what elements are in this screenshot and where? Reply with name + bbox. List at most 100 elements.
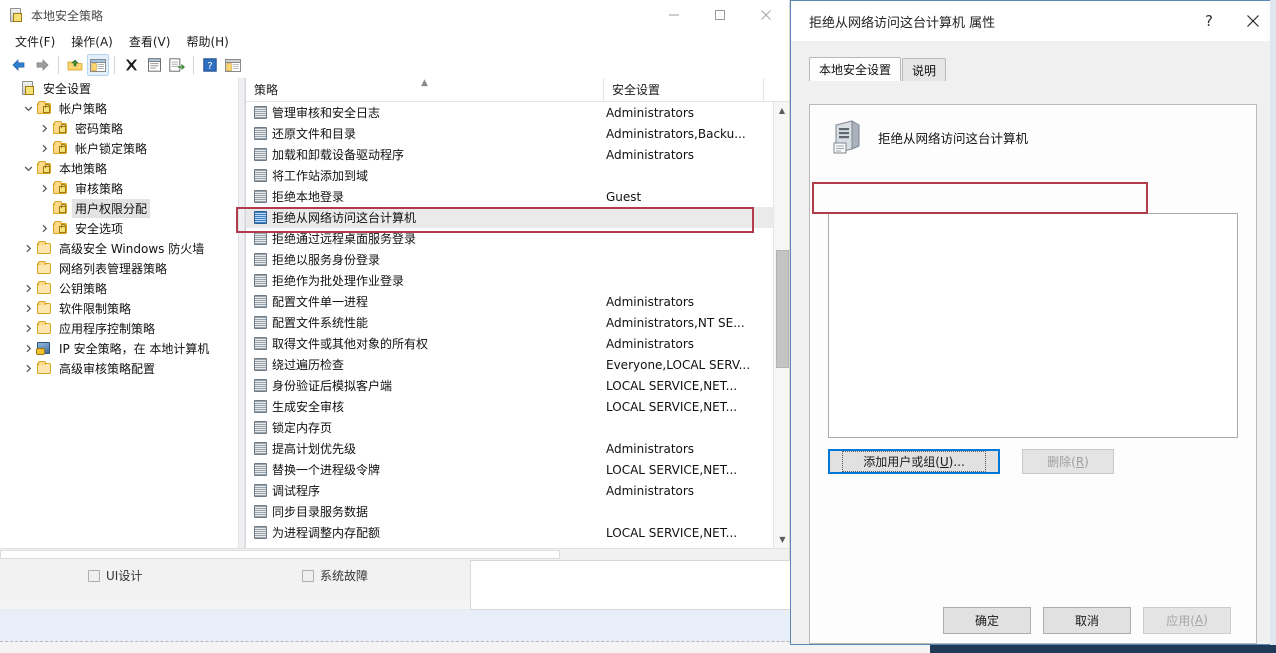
chevron-right-icon[interactable]: [20, 240, 36, 256]
table-row[interactable]: 配置文件系统性能 Administrators,NT SE...: [246, 312, 773, 333]
table-row[interactable]: 还原文件和目录 Administrators,Backu...: [246, 123, 773, 144]
menu-action[interactable]: 操作(A): [64, 31, 120, 52]
table-row[interactable]: 拒绝本地登录 Guest: [246, 186, 773, 207]
chevron-right-icon[interactable]: [20, 300, 36, 316]
table-row[interactable]: 为进程调整内存配额 LOCAL SERVICE,NET...: [246, 522, 773, 543]
tree-item-9[interactable]: 网络列表管理器策略: [0, 258, 238, 278]
new-window-icon[interactable]: [222, 54, 244, 76]
add-user-or-group-button[interactable]: 添加用户或组(U)...: [828, 449, 1000, 474]
security-setting-cell: Administrators: [606, 147, 695, 162]
table-row[interactable]: 加载和卸载设备驱动程序 Administrators: [246, 144, 773, 165]
chevron-down-icon[interactable]: [20, 100, 36, 116]
chevron-right-icon[interactable]: [36, 220, 52, 236]
scroll-up-icon[interactable]: ▲: [774, 102, 789, 119]
scrollbar-thumb[interactable]: [776, 250, 789, 368]
security-setting-cell: Administrators: [606, 294, 695, 309]
taskbar: [930, 645, 1276, 653]
column-header-policy[interactable]: ▲ 策略: [246, 78, 604, 101]
menu-view[interactable]: 查看(V): [122, 31, 178, 52]
tree-item-5[interactable]: 审核策略: [0, 178, 238, 198]
tree-item-label: 帐户锁定策略: [75, 141, 148, 156]
member-list[interactable]: [828, 213, 1238, 438]
horizontal-scrollbar[interactable]: [0, 548, 789, 560]
policy-cell: 加载和卸载设备驱动程序: [246, 146, 604, 163]
tree-item-13[interactable]: IP 安全策略，在 本地计算机: [0, 338, 238, 358]
properties-icon[interactable]: [143, 54, 165, 76]
chevron-right-icon[interactable]: [36, 120, 52, 136]
table-row[interactable]: 拒绝以服务身份登录: [246, 249, 773, 270]
chevron-right-icon[interactable]: [20, 320, 36, 336]
table-row[interactable]: 管理审核和安全日志 Administrators: [246, 102, 773, 123]
tree-twisty-spacer: [4, 80, 20, 96]
table-row[interactable]: 配置文件单一进程 Administrators: [246, 291, 773, 312]
table-row[interactable]: 调试程序 Administrators: [246, 480, 773, 501]
table-row[interactable]: 取得文件或其他对象的所有权 Administrators: [246, 333, 773, 354]
policy-cell: 调试程序: [246, 482, 604, 499]
policy-cell: 配置文件单一进程: [246, 293, 604, 310]
export-list-icon[interactable]: [166, 54, 188, 76]
table-row[interactable]: 生成安全审核 LOCAL SERVICE,NET...: [246, 396, 773, 417]
tree-item-4[interactable]: 本地策略: [0, 158, 238, 178]
tree-item-8[interactable]: 高级安全 Windows 防火墙: [0, 238, 238, 258]
checkbox-system-fault[interactable]: 系统故障: [302, 567, 368, 584]
table-row[interactable]: 锁定内存页: [246, 417, 773, 438]
chevron-right-icon[interactable]: [20, 360, 36, 376]
delete-icon[interactable]: [120, 54, 142, 76]
chevron-right-icon[interactable]: [20, 280, 36, 296]
chevron-right-icon[interactable]: [20, 340, 36, 356]
menu-help[interactable]: 帮助(H): [179, 31, 235, 52]
back-arrow-icon[interactable]: [8, 54, 30, 76]
table-row[interactable]: 拒绝通过远程桌面服务登录: [246, 228, 773, 249]
minimize-icon[interactable]: [651, 0, 697, 30]
maximize-icon[interactable]: [697, 0, 743, 30]
tree-item-label: 高级安全 Windows 防火墙: [59, 241, 205, 256]
table-row[interactable]: 绕过遍历检查 Everyone,LOCAL SERV...: [246, 354, 773, 375]
console-tree[interactable]: 安全设置 帐户策略 密码策略帐户锁定策略本地策略 审核策略 用户权限分配 安全选项高级安全…: [0, 78, 238, 548]
tree-item-6[interactable]: 用户权限分配: [0, 198, 238, 218]
table-row[interactable]: 拒绝作为批处理作业登录: [246, 270, 773, 291]
chevron-right-icon[interactable]: [36, 180, 52, 196]
pane-splitter[interactable]: [238, 78, 245, 548]
help-icon[interactable]: ?: [199, 54, 221, 76]
security-setting-cell: LOCAL SERVICE,NET...: [606, 462, 738, 477]
table-row[interactable]: 提高计划优先级 Administrators: [246, 438, 773, 459]
scroll-down-icon[interactable]: ▼: [774, 531, 789, 548]
tab-explain[interactable]: 说明: [902, 58, 947, 81]
cancel-button[interactable]: 取消: [1043, 606, 1131, 634]
table-row[interactable]: 替换一个进程级令牌 LOCAL SERVICE,NET...: [246, 459, 773, 480]
forward-arrow-icon[interactable]: [31, 54, 53, 76]
tab-local-security-setting-label: 本地安全设置: [819, 63, 892, 77]
tree-item-0[interactable]: 安全设置: [0, 78, 238, 98]
security-setting-cell: Administrators,Backu...: [606, 126, 746, 141]
policy-list[interactable]: 管理审核和安全日志 Administrators 还原文件和目录 Administra…: [246, 102, 773, 548]
show-console-tree-icon[interactable]: [87, 54, 109, 76]
tree-item-11[interactable]: 软件限制策略: [0, 298, 238, 318]
chevron-right-icon[interactable]: [36, 140, 52, 156]
dialog-close-icon[interactable]: [1231, 1, 1275, 41]
tree-item-3[interactable]: 帐户锁定策略: [0, 138, 238, 158]
horizontal-scrollbar-thumb[interactable]: [0, 550, 560, 559]
table-row[interactable]: 同步目录服务数据: [246, 501, 773, 522]
table-row[interactable]: 拒绝从网络访问这台计算机: [246, 207, 773, 228]
tree-item-10[interactable]: 公钥策略: [0, 278, 238, 298]
up-folder-icon[interactable]: [64, 54, 86, 76]
table-row[interactable]: 身份验证后模拟客户端 LOCAL SERVICE,NET...: [246, 375, 773, 396]
policy-list-scrollbar[interactable]: ▲ ▼: [773, 102, 789, 548]
tree-item-7[interactable]: 安全选项: [0, 218, 238, 238]
chevron-down-icon[interactable]: [20, 160, 36, 176]
help-question-icon[interactable]: ?: [1187, 1, 1231, 41]
menu-file[interactable]: 文件(F): [8, 31, 62, 52]
policy-name: 拒绝通过远程桌面服务登录: [272, 232, 417, 246]
tree-item-2[interactable]: 密码策略: [0, 118, 238, 138]
tree-item-12[interactable]: 应用程序控制策略: [0, 318, 238, 338]
table-row[interactable]: 将工作站添加到域: [246, 165, 773, 186]
tree-item-14[interactable]: 高级审核策略配置: [0, 358, 238, 378]
tree-item-1[interactable]: 帐户策略: [0, 98, 238, 118]
policy-icon: [254, 169, 267, 182]
checkbox-ui-design[interactable]: UI设计: [88, 567, 142, 584]
column-header-security-setting[interactable]: 安全设置: [604, 78, 764, 101]
tree-item-label: 应用程序控制策略: [59, 321, 156, 336]
ok-button[interactable]: 确定: [943, 606, 1031, 634]
tab-local-security-setting[interactable]: 本地安全设置: [809, 57, 902, 81]
close-icon[interactable]: [743, 0, 789, 30]
